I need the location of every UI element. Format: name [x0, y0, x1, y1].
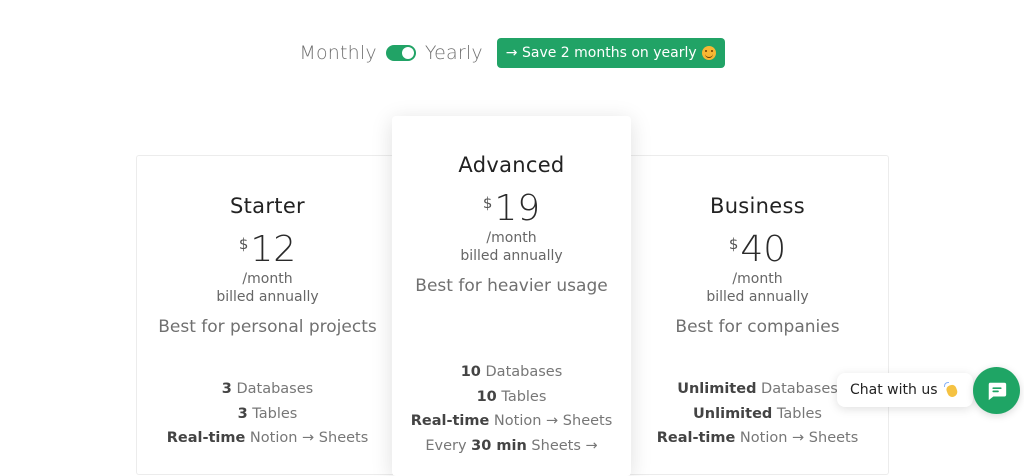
plan-price: $ 40 [627, 231, 888, 269]
yearly-label[interactable]: Yearly [425, 42, 483, 64]
chat-icon [988, 382, 1006, 400]
price-period: /month [242, 271, 293, 287]
plan-price: $ 12 [137, 231, 398, 269]
price-amount: 12 [250, 229, 297, 270]
currency-symbol: $ [238, 235, 249, 253]
feature-item: Real-time Notion → Sheets [166, 430, 369, 446]
feature-list: 3 Databases 3 Tables Real-time Notion → … [137, 377, 398, 451]
plan-card-business: Business $ 40 /month billed annually Bes… [627, 155, 889, 475]
plan-description: Best for heavier usage [415, 276, 608, 296]
currency-symbol: $ [482, 194, 493, 212]
chat-bubble[interactable]: Chat with us [837, 373, 973, 407]
chat-button[interactable] [973, 367, 1020, 414]
monthly-label[interactable]: Monthly [299, 42, 376, 64]
feature-item: 10 Tables [476, 388, 547, 405]
feature-item: Every 30 min Sheets → [425, 437, 598, 454]
price-amount: 19 [494, 188, 541, 229]
feature-list: 10 Databases 10 Tables Real-time Notion … [392, 360, 631, 458]
plan-name: Starter [230, 194, 305, 218]
feature-item: 3 Tables [237, 405, 298, 422]
plan-description: Best for companies [675, 317, 840, 337]
chat-bubble-text: Chat with us [850, 382, 938, 398]
plan-card-advanced: Advanced $ 19 /month billed annually Bes… [392, 116, 631, 476]
plan-card-starter: Starter $ 12 /month billed annually Best… [136, 155, 398, 475]
price-period: /month [486, 230, 537, 246]
waving-hand-icon [943, 382, 960, 398]
plan-price: $ 19 [392, 190, 631, 228]
billing-switch[interactable] [385, 45, 416, 61]
plan-name: Business [709, 194, 805, 218]
billing-note: billed annually [460, 248, 563, 264]
currency-symbol: $ [728, 235, 739, 253]
feature-item: 10 Databases [460, 364, 563, 380]
billing-note: billed annually [216, 289, 319, 305]
switch-knob [401, 47, 414, 59]
plan-name: Advanced [458, 153, 565, 177]
price-period: /month [732, 271, 783, 287]
feature-item: Real-time Notion → Sheets [656, 430, 859, 446]
billing-toggle: Monthly Yearly → Save 2 months on yearly [0, 38, 1024, 68]
save-badge: → Save 2 months on yearly [496, 38, 725, 68]
billing-note: billed annually [706, 289, 809, 305]
feature-item: Real-time Notion → Sheets [410, 413, 613, 429]
plan-description: Best for personal projects [158, 317, 377, 337]
price-amount: 40 [740, 229, 787, 270]
smiling-face-icon [701, 46, 716, 60]
save-badge-text: → Save 2 months on yearly [505, 45, 697, 61]
feature-item: 3 Databases [221, 381, 314, 397]
